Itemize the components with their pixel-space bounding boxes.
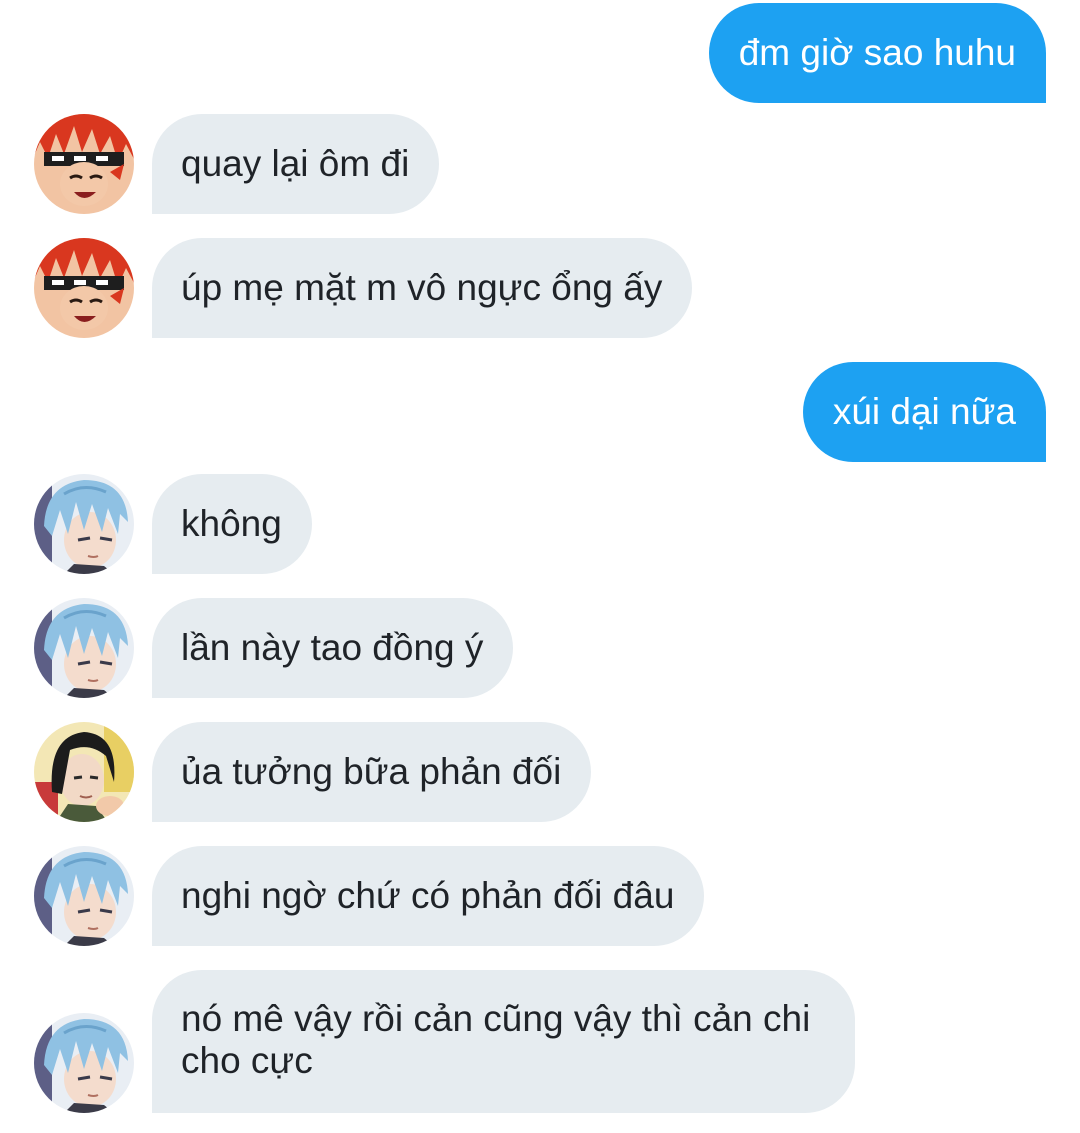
avatar[interactable]	[34, 114, 134, 214]
chat-thread: đm giờ sao huhu quay lại ôm đi úp mẹ mặt…	[0, 0, 1080, 1133]
message-bubble-outgoing[interactable]: đm giờ sao huhu	[708, 3, 1046, 103]
blue-hair-avatar-icon	[34, 846, 134, 946]
avatar[interactable]	[34, 238, 134, 338]
message-bubble-incoming[interactable]: úp mẹ mặt m vô ngực ổng ấy	[152, 238, 693, 338]
red-hair-avatar-icon	[34, 238, 134, 338]
red-hair-avatar-icon	[34, 114, 134, 214]
blue-hair-avatar-icon	[34, 598, 134, 698]
blue-hair-avatar-icon	[34, 474, 134, 574]
avatar[interactable]	[34, 1013, 134, 1113]
message-bubble-incoming[interactable]: ủa tưởng bữa phản đối	[152, 722, 592, 822]
message-bubble-incoming[interactable]: lần này tao đồng ý	[152, 598, 514, 698]
message-bubble-incoming[interactable]: nó mê vậy rồi cản cũng vậy thì cản chi c…	[152, 970, 855, 1113]
dark-hair-avatar-icon	[34, 722, 134, 822]
message-bubble-incoming[interactable]: quay lại ôm đi	[152, 114, 440, 214]
blue-hair-avatar-icon	[34, 1013, 134, 1113]
message-bubble-incoming[interactable]: nghi ngờ chứ có phản đối đâu	[152, 846, 705, 946]
avatar[interactable]	[34, 598, 134, 698]
avatar[interactable]	[34, 722, 134, 822]
avatar[interactable]	[34, 846, 134, 946]
message-bubble-outgoing[interactable]: xúi dại nữa	[802, 362, 1046, 462]
avatar[interactable]	[34, 474, 134, 574]
message-bubble-incoming[interactable]: không	[152, 474, 312, 574]
